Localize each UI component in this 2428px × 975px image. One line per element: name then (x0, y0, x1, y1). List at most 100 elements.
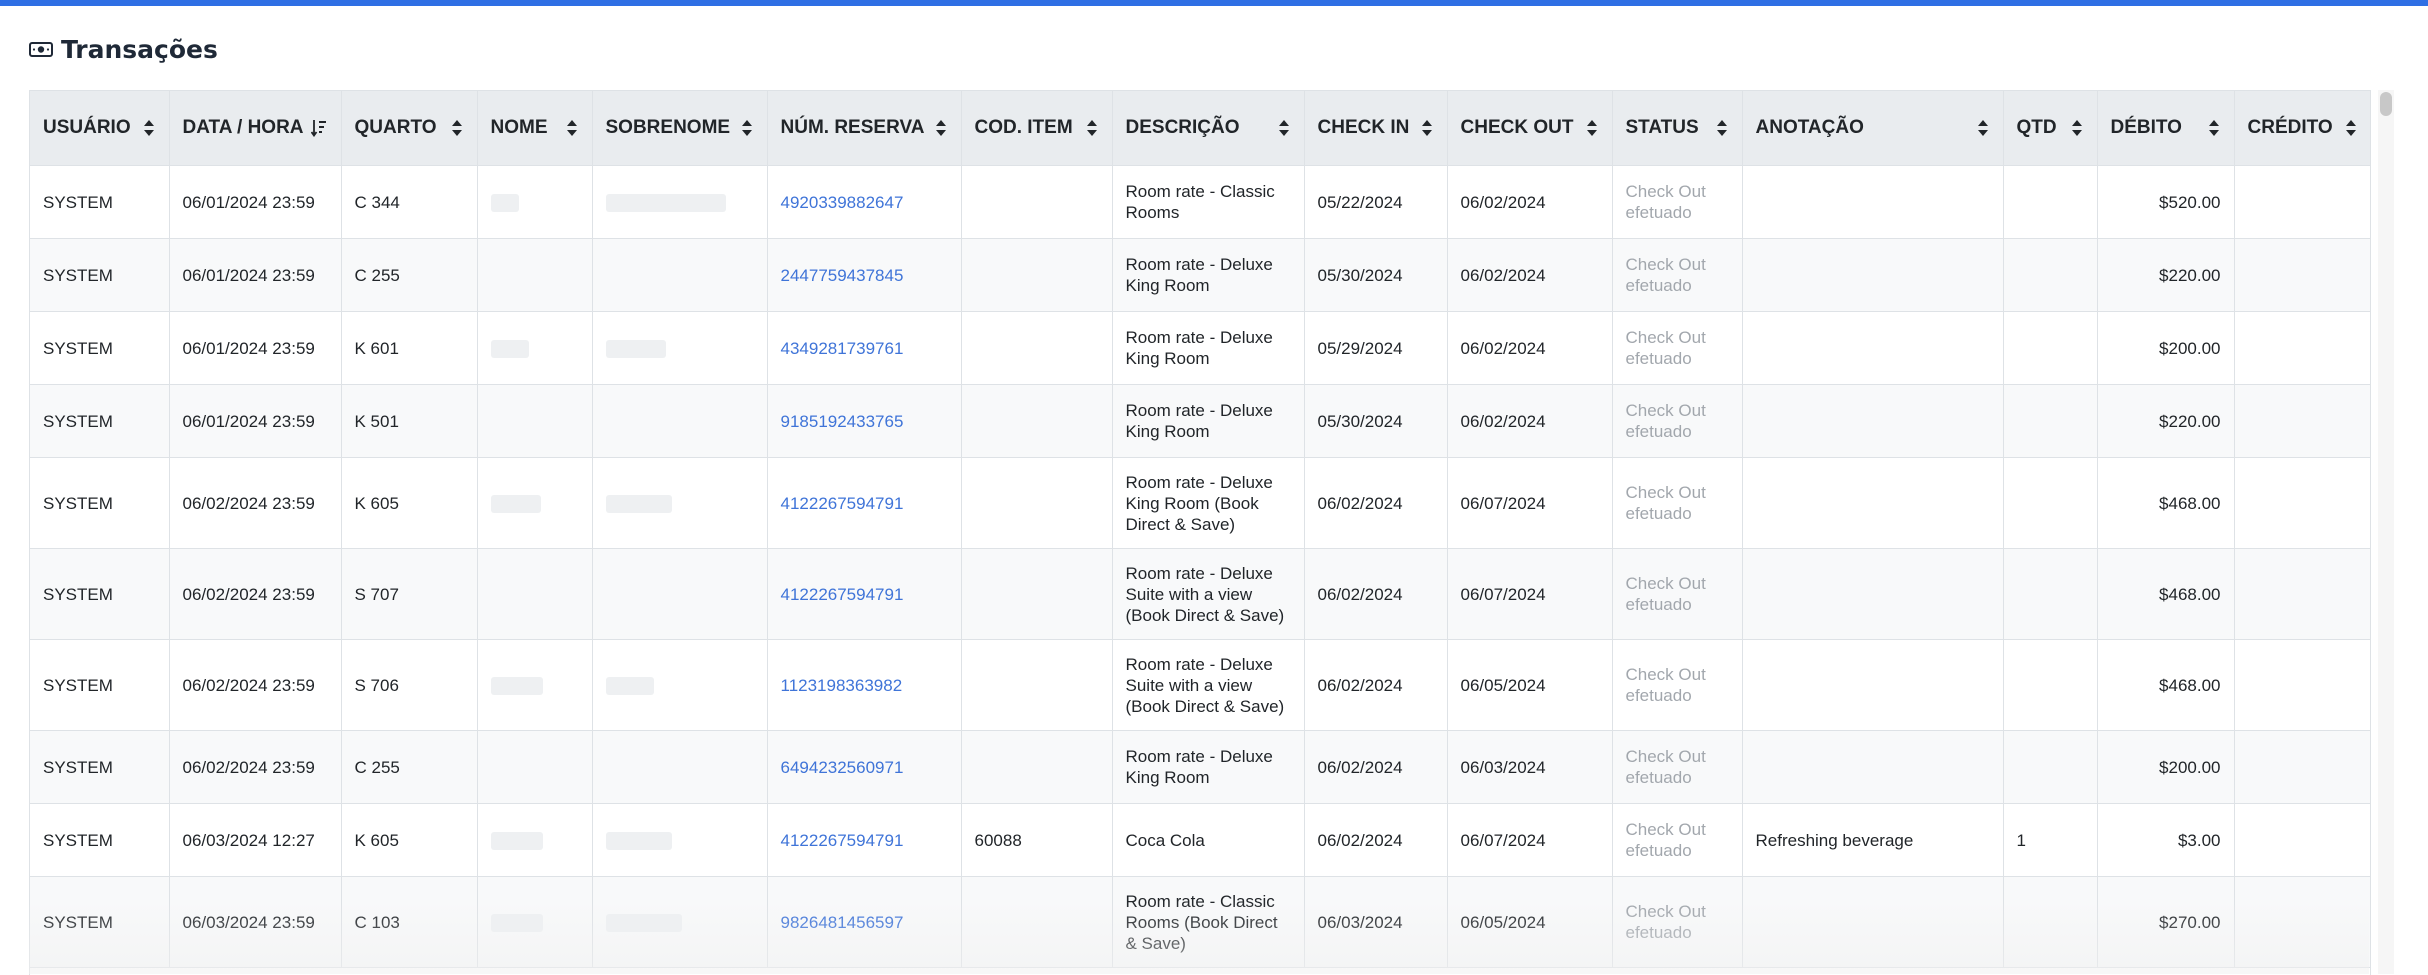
column-header-cod-item[interactable]: COD. ITEM (961, 91, 1113, 166)
table-row[interactable]: SYSTEM 06/02/2024 23:59 S 707 4122267594791… (30, 548, 2370, 640)
cell-data-hora: 06/01/2024 23:59 (169, 165, 342, 239)
cell-cod-item (961, 311, 1113, 385)
sort-icon[interactable] (1421, 119, 1433, 137)
cell-credito (2234, 238, 2370, 312)
cell-data-hora: 06/03/2024 12:27 (169, 803, 342, 877)
column-header-descri-o[interactable]: DESCRIÇÃO (1112, 91, 1305, 166)
cell-credito (2234, 876, 2370, 968)
column-header-n-m-reserva[interactable]: NÚM. RESERVA (767, 91, 962, 166)
table-row[interactable]: SYSTEM 06/01/2024 23:59 C 344 4920339882647… (30, 165, 2370, 239)
cell-check-out: 06/07/2024 (1447, 457, 1613, 549)
cell-anotacao (1742, 730, 2004, 804)
cell-usuario: SYSTEM (30, 311, 170, 385)
cell-sobrenome (592, 165, 768, 239)
table-row[interactable]: SYSTEM 06/03/2024 12:27 K 605 4122267594791… (30, 803, 2370, 877)
reservation-link[interactable]: 4122267594791 (767, 803, 962, 877)
column-header-check-out[interactable]: CHECK OUT (1447, 91, 1613, 166)
cell-debito: $468.00 (2097, 639, 2235, 731)
sort-icon[interactable] (935, 119, 947, 137)
table-row[interactable]: SYSTEM 06/02/2024 23:59 K 605 4122267594791… (30, 457, 2370, 549)
sort-icon[interactable] (741, 119, 753, 137)
cell-nome (477, 311, 593, 385)
table-row[interactable]: SYSTEM 06/03/2024 23:59 C 103 9826481456597… (30, 876, 2370, 968)
cell-nome (477, 165, 593, 239)
column-header-anota-o[interactable]: ANOTAÇÃO (1742, 91, 2004, 166)
cell-nome (477, 457, 593, 549)
cell-quarto: K 501 (341, 384, 478, 458)
cell-qtd: 1 (2003, 803, 2098, 877)
sort-icon[interactable] (451, 119, 463, 137)
cell-nome (477, 876, 593, 968)
cell-debito: $520.00 (2097, 165, 2235, 239)
vertical-scrollbar-track[interactable] (2378, 90, 2394, 974)
column-header-usu-rio[interactable]: USUÁRIO (30, 91, 170, 166)
cell-data-hora: 06/01/2024 23:59 (169, 384, 342, 458)
column-header-status[interactable]: STATUS (1612, 91, 1743, 166)
reservation-link[interactable]: 6494232560971 (767, 730, 962, 804)
sort-icon[interactable] (1716, 119, 1728, 137)
sort-descending-icon[interactable] (310, 119, 327, 137)
table-row[interactable]: SYSTEM 06/01/2024 23:59 K 601 4349281739761… (30, 311, 2370, 385)
sort-icon[interactable] (1278, 119, 1290, 137)
cell-debito: $200.00 (2097, 311, 2235, 385)
column-header-label: CHECK OUT (1460, 117, 1574, 138)
cell-usuario: SYSTEM (30, 165, 170, 239)
sort-icon[interactable] (1086, 119, 1098, 137)
column-header-data-hora[interactable]: DATA / HORA (169, 91, 342, 166)
column-header-quarto[interactable]: QUARTO (341, 91, 478, 166)
redacted-text-placeholder (605, 677, 654, 696)
column-header-nome[interactable]: NOME (477, 91, 593, 166)
cell-quarto: S 707 (341, 548, 478, 640)
sort-icon[interactable] (2208, 119, 2220, 137)
column-header-cr-dito[interactable]: CRÉDITO (2234, 91, 2370, 166)
column-header-label: QUARTO (354, 117, 437, 138)
reservation-link[interactable]: 4122267594791 (767, 548, 962, 640)
cell-check-out: 06/05/2024 (1447, 876, 1613, 968)
column-header-check-in[interactable]: CHECK IN (1304, 91, 1448, 166)
reservation-link[interactable]: 1123198363982 (767, 639, 962, 731)
sort-icon[interactable] (2071, 119, 2083, 137)
reservation-link[interactable]: 2447759437845 (767, 238, 962, 312)
cell-cod-item (961, 548, 1113, 640)
cell-descricao: Room rate - Classic Rooms (Book Direct &… (1112, 876, 1305, 968)
cell-data-hora: 06/01/2024 23:59 (169, 311, 342, 385)
cell-descricao: Room rate - Classic Rooms (1112, 165, 1305, 239)
cell-status: Check Out efetuado (1612, 803, 1743, 877)
sort-icon[interactable] (566, 119, 578, 137)
sort-icon[interactable] (1977, 119, 1989, 137)
cell-sobrenome (592, 803, 768, 877)
cell-data-hora: 06/02/2024 23:59 (169, 639, 342, 731)
sort-icon[interactable] (1586, 119, 1598, 137)
cell-qtd (2003, 548, 2098, 640)
reservation-link[interactable]: 9185192433765 (767, 384, 962, 458)
reservation-link[interactable]: 4920339882647 (767, 165, 962, 239)
cell-qtd (2003, 730, 2098, 804)
column-header-sobrenome[interactable]: SOBRENOME (592, 91, 768, 166)
cell-cod-item (961, 238, 1113, 312)
cell-data-hora: 06/02/2024 23:59 (169, 730, 342, 804)
table-row[interactable]: SYSTEM 06/01/2024 23:59 C 255 2447759437845… (30, 238, 2370, 312)
vertical-scrollbar-thumb[interactable] (2380, 92, 2392, 116)
column-header-label: NÚM. RESERVA (780, 117, 925, 138)
column-header-qtd[interactable]: QTD (2003, 91, 2098, 166)
cell-debito: $220.00 (2097, 238, 2235, 312)
cell-anotacao (1742, 384, 2004, 458)
cell-qtd (2003, 457, 2098, 549)
cell-anotacao (1742, 238, 2004, 312)
sort-icon[interactable] (2345, 119, 2357, 137)
cell-qtd (2003, 639, 2098, 731)
column-header-label: DESCRIÇÃO (1125, 117, 1240, 138)
reservation-link[interactable]: 4349281739761 (767, 311, 962, 385)
cell-nome (477, 730, 593, 804)
table-row[interactable]: SYSTEM 06/02/2024 23:59 C 255 6494232560971… (30, 730, 2370, 804)
cell-qtd (2003, 384, 2098, 458)
sort-icon[interactable] (143, 119, 155, 137)
cell-usuario: SYSTEM (30, 876, 170, 968)
reservation-link[interactable]: 4122267594791 (767, 457, 962, 549)
table-row[interactable]: SYSTEM 06/02/2024 23:59 S 706 1123198363982… (30, 639, 2370, 731)
column-header-d-bito[interactable]: DÉBITO (2097, 91, 2235, 166)
reservation-link[interactable]: 9826481456597 (767, 876, 962, 968)
cell-check-out: 06/07/2024 (1447, 548, 1613, 640)
table-row[interactable]: SYSTEM 06/01/2024 23:59 K 501 9185192433765… (30, 384, 2370, 458)
column-header-label: DÉBITO (2110, 117, 2182, 138)
